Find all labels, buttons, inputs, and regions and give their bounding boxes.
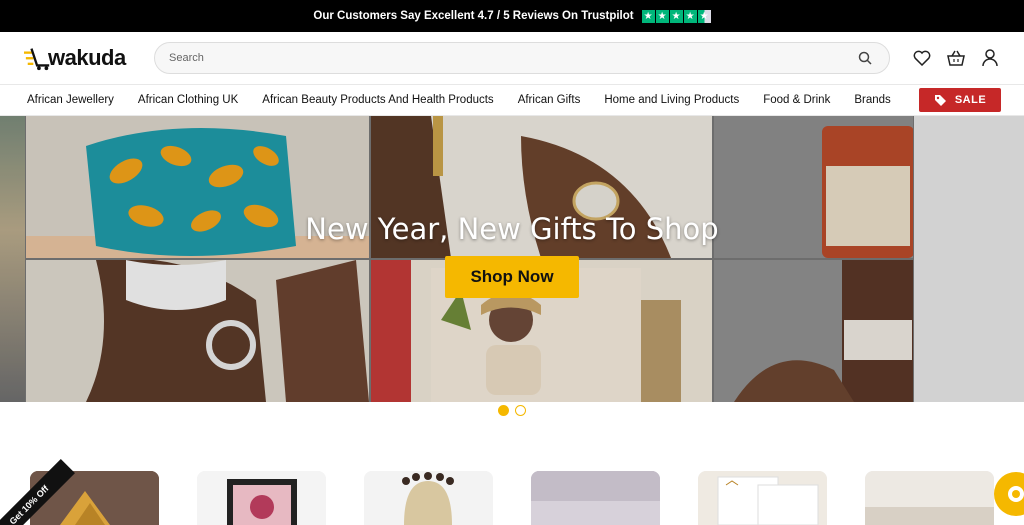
star-icon: ★ — [683, 9, 697, 23]
nav-item-african-jewellery[interactable]: African Jewellery — [27, 94, 114, 106]
announcement-text: Our Customers Say Excellent 4.7 / 5 Revi… — [313, 10, 634, 22]
search-bar — [154, 42, 890, 74]
chat-icon[interactable] — [994, 472, 1024, 516]
logo[interactable]: wakuda — [24, 40, 134, 76]
search-icon[interactable] — [855, 48, 875, 68]
carousel-dot-1[interactable] — [498, 405, 509, 416]
star-half-icon: ★ — [697, 9, 711, 23]
search-input[interactable] — [169, 52, 855, 64]
shop-now-button[interactable]: Shop Now — [445, 256, 579, 298]
header-actions — [912, 48, 1000, 68]
hero-title: New Year, New Gifts To Shop — [305, 212, 719, 246]
nav-item-food-drink[interactable]: Food & Drink — [763, 94, 830, 106]
nav-item-brands[interactable]: Brands — [854, 94, 890, 106]
user-icon[interactable] — [980, 48, 1000, 68]
nav-item-african-clothing[interactable]: African Clothing UK — [138, 94, 238, 106]
star-icon: ★ — [669, 9, 683, 23]
carousel-dot-2[interactable] — [515, 405, 526, 416]
product-card[interactable] — [197, 471, 326, 525]
nav-item-home-living[interactable]: Home and Living Products — [604, 94, 739, 106]
carousel-dots — [0, 405, 1024, 416]
product-card[interactable] — [364, 471, 493, 525]
sale-button[interactable]: SALE — [919, 88, 1001, 112]
trustpilot-stars[interactable]: ★ ★ ★ ★ ★ — [641, 9, 711, 23]
announcement-bar: Our Customers Say Excellent 4.7 / 5 Revi… — [0, 0, 1024, 32]
main-nav: African Jewellery African Clothing UK Af… — [0, 84, 1024, 116]
heart-icon[interactable] — [912, 48, 932, 68]
sale-label: SALE — [954, 94, 987, 106]
star-icon: ★ — [641, 9, 655, 23]
nav-item-african-gifts[interactable]: African Gifts — [518, 94, 581, 106]
tag-icon — [934, 94, 946, 106]
cart-logo-icon — [24, 48, 50, 71]
logo-text: wakuda — [48, 45, 126, 70]
product-card[interactable] — [531, 471, 660, 525]
site-header: wakuda — [0, 32, 1024, 84]
product-card[interactable] — [698, 471, 827, 525]
basket-icon[interactable] — [946, 48, 966, 68]
hero-banner[interactable]: New Year, New Gifts To Shop Shop Now — [0, 116, 1024, 402]
product-card[interactable] — [865, 471, 994, 525]
star-icon: ★ — [655, 9, 669, 23]
product-row — [30, 471, 994, 525]
nav-item-beauty-health[interactable]: African Beauty Products And Health Produ… — [262, 94, 493, 106]
